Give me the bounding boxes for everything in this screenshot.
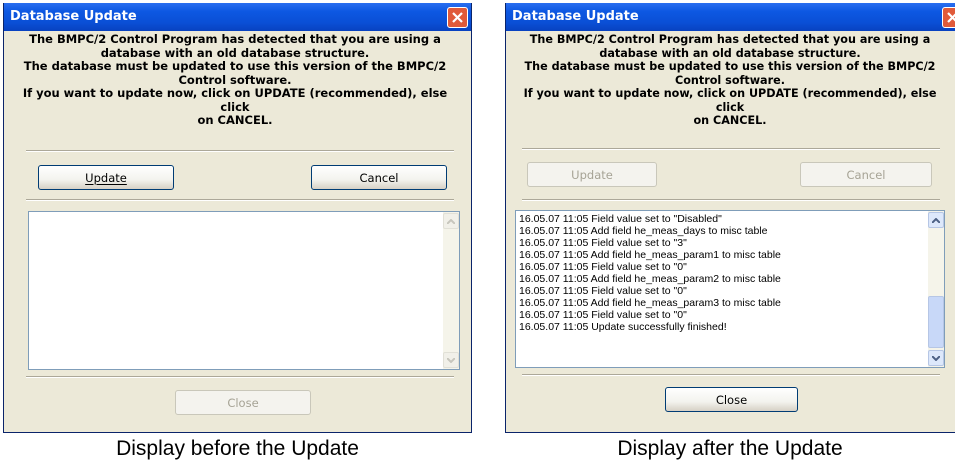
window-close-button[interactable] xyxy=(447,7,468,28)
update-message: The BMPC/2 Control Program has detected … xyxy=(523,33,937,127)
close-x-icon xyxy=(947,12,955,23)
caption-before: Display before the Update xyxy=(116,437,359,460)
log-line: 16.05.07 11:05 Field value set to "0" xyxy=(519,285,687,297)
log-scrollbar[interactable] xyxy=(928,211,944,367)
close-button[interactable]: Close xyxy=(175,390,311,415)
log-textbox[interactable]: 16.05.07 11:05 Field value set to "Disab… xyxy=(515,210,945,368)
separator xyxy=(522,199,940,201)
close-button[interactable]: Close xyxy=(665,387,798,412)
log-line: 16.05.07 11:05 Update successfully finis… xyxy=(519,321,727,333)
title-bar: Database Update xyxy=(506,3,955,31)
log-line: 16.05.07 11:05 Field value set to "0" xyxy=(519,261,687,273)
close-button-label: Close xyxy=(715,392,748,407)
log-lines: 16.05.07 11:05 Field value set to "Disab… xyxy=(519,213,926,333)
caption-after: Display after the Update xyxy=(617,437,843,460)
cancel-button[interactable]: Cancel xyxy=(311,165,447,190)
chevron-down-icon xyxy=(447,357,455,363)
log-scrollbar[interactable] xyxy=(443,212,459,369)
chevron-down-icon xyxy=(932,355,940,361)
log-textbox[interactable] xyxy=(28,211,460,370)
scroll-up-button[interactable] xyxy=(443,213,459,229)
log-line: 16.05.07 11:05 Field value set to "Disab… xyxy=(519,213,722,225)
update-message: The BMPC/2 Control Program has detected … xyxy=(22,32,448,127)
cancel-button[interactable]: Cancel xyxy=(800,162,932,187)
update-button[interactable]: Update xyxy=(38,165,174,190)
separator xyxy=(26,199,454,201)
window-title: Database Update xyxy=(10,9,137,24)
close-button-label: Close xyxy=(227,395,259,410)
chevron-up-icon xyxy=(447,218,455,224)
scroll-down-button[interactable] xyxy=(443,352,459,368)
dialog-after-update: Database Update The BMPC/2 Control Progr… xyxy=(505,3,955,433)
separator xyxy=(26,376,454,378)
log-line: 16.05.07 11:05 Add field he_meas_param1 … xyxy=(519,249,781,261)
close-x-icon xyxy=(452,12,463,23)
window-close-button[interactable] xyxy=(942,7,955,28)
separator xyxy=(522,148,940,150)
dialog-before-update: Database Update The BMPC/2 Control Progr… xyxy=(3,3,472,433)
log-line: 16.05.07 11:05 Field value set to "0" xyxy=(519,309,687,321)
separator xyxy=(522,374,940,376)
update-button-label: Update xyxy=(85,170,127,185)
log-line: 16.05.07 11:05 Add field he_meas_param3 … xyxy=(519,297,781,309)
cancel-button-label: Cancel xyxy=(846,167,886,182)
scroll-down-button[interactable] xyxy=(928,350,944,366)
separator xyxy=(26,150,454,152)
update-button[interactable]: Update xyxy=(527,162,657,187)
cancel-button-label: Cancel xyxy=(359,170,399,185)
log-line: 16.05.07 11:05 Add field he_meas_days to… xyxy=(519,225,768,237)
window-title: Database Update xyxy=(512,9,639,24)
log-line: 16.05.07 11:05 Field value set to "3" xyxy=(519,237,687,249)
scroll-thumb[interactable] xyxy=(928,296,944,348)
title-bar: Database Update xyxy=(4,3,471,31)
scroll-up-button[interactable] xyxy=(928,212,944,228)
update-button-label: Update xyxy=(571,167,613,182)
chevron-up-icon xyxy=(932,217,940,223)
log-line: 16.05.07 11:05 Add field he_meas_param2 … xyxy=(519,273,781,285)
